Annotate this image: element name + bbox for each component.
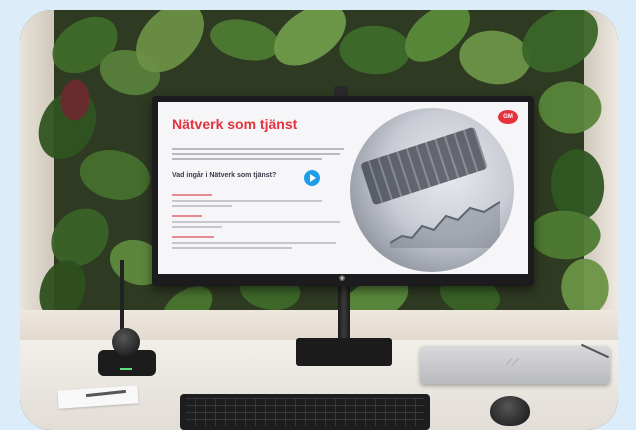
conference-speaker-dome [112, 328, 140, 356]
mouse[interactable] [490, 396, 530, 426]
list-item-text [172, 221, 340, 223]
laptop-keyboard-image [360, 126, 488, 206]
speaker-status-light [120, 368, 132, 370]
slide-question: Vad ingår i Nätverk som tjänst? [172, 172, 277, 179]
slide-title: Nätverk som tjänst [172, 116, 298, 132]
list-item-text [172, 226, 222, 228]
list-item-text [172, 205, 232, 207]
list-item-heading [172, 236, 214, 238]
stock-graph-image [390, 201, 500, 248]
intro-text-line [172, 158, 322, 160]
intro-text-line [172, 148, 344, 150]
play-video-button[interactable] [304, 170, 320, 186]
intro-text-line [172, 153, 340, 155]
keyboard-keys [186, 398, 424, 426]
curved-monitor: Nätverk som tjänst GM Vad ingår i Nätver… [152, 96, 534, 286]
list-item-text [172, 247, 292, 249]
laptop-logo-icon: ⟋⟋ [506, 357, 519, 367]
list-item-heading [172, 215, 202, 217]
office-photo: Nätverk som tjänst GM Vad ingår i Nätver… [20, 10, 618, 430]
laptop-chart-photo [350, 108, 514, 272]
monitor-stand-base [296, 338, 392, 366]
list-item-heading [172, 194, 212, 196]
list-item-text [172, 200, 322, 202]
company-logo: GM [498, 110, 518, 124]
list-item-text [172, 242, 336, 244]
hp-logo-icon: ◉ [338, 275, 346, 282]
presentation-slide: Nätverk som tjänst GM Vad ingår i Nätver… [158, 102, 528, 274]
monitor-stand-neck [338, 286, 350, 342]
